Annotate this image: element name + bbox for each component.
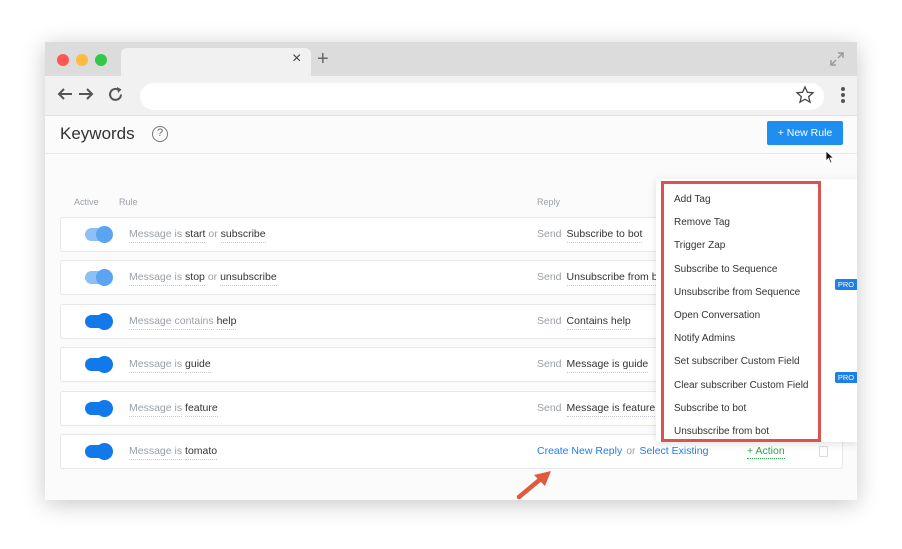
maximize-window-button[interactable] <box>95 54 107 66</box>
reply-cell[interactable]: Send Message is guide <box>537 358 649 373</box>
action-dropdown-menu: Add Tag Remove Tag Trigger Zap Subscribe… <box>661 181 821 442</box>
mouse-cursor-icon <box>825 150 835 164</box>
browser-tab[interactable] <box>121 48 311 76</box>
menu-item-trigger-zap[interactable]: Trigger Zap <box>664 234 818 257</box>
select-existing-link[interactable]: Select Existing <box>640 445 709 457</box>
browser-window: × + Keywords ? + New Rule Active Rule Re… <box>45 42 857 500</box>
address-bar[interactable] <box>140 83 824 110</box>
active-toggle[interactable] <box>85 443 113 460</box>
reply-cell[interactable]: Send Unsubscribe from b <box>537 271 658 286</box>
reply-cell[interactable]: Send Message is feature <box>537 402 656 417</box>
new-tab-icon[interactable]: + <box>317 49 329 69</box>
rule-condition[interactable]: Message is tomato <box>129 445 218 460</box>
rule-condition[interactable]: Message is feature <box>129 402 218 417</box>
menu-item-clear-custom-field[interactable]: Clear subscriber Custom Field <box>664 374 818 397</box>
bookmark-star-icon[interactable] <box>795 85 815 105</box>
browser-menu-icon[interactable] <box>840 86 846 104</box>
menu-item-add-tag[interactable]: Add Tag <box>664 188 818 211</box>
menu-item-subscribe-to-sequence[interactable]: Subscribe to Sequence <box>664 258 818 281</box>
reload-icon[interactable] <box>107 86 124 103</box>
column-header-rule: Rule <box>119 197 138 207</box>
column-header-reply: Reply <box>537 197 561 207</box>
reply-cell[interactable]: Send Subscribe to bot <box>537 228 643 243</box>
reply-cell[interactable]: Send Contains help <box>537 315 631 330</box>
active-toggle[interactable] <box>85 226 113 243</box>
active-toggle[interactable] <box>85 356 113 373</box>
new-rule-button[interactable]: + New Rule <box>767 121 843 145</box>
page-title: Keywords <box>60 124 135 143</box>
back-icon[interactable] <box>57 87 73 101</box>
rule-condition[interactable]: Message is stop or unsubscribe <box>129 271 277 286</box>
browser-toolbar <box>45 76 857 116</box>
menu-item-open-conversation[interactable]: Open Conversation <box>664 304 818 327</box>
menu-item-unsubscribe-from-bot[interactable]: Unsubscribe from bot <box>664 420 818 443</box>
column-header-active: Active <box>74 197 99 207</box>
reply-cell: Create New Reply or Select Existing <box>537 445 709 457</box>
trash-icon[interactable] <box>819 446 828 457</box>
rule-condition[interactable]: Message is guide <box>129 358 211 373</box>
menu-item-set-custom-field[interactable]: Set subscriber Custom Field <box>664 350 818 373</box>
active-toggle[interactable] <box>85 313 113 330</box>
fullscreen-icon[interactable] <box>829 51 845 67</box>
create-new-reply-link[interactable]: Create New Reply <box>537 445 622 457</box>
active-toggle[interactable] <box>85 269 113 286</box>
rule-condition[interactable]: Message is start or subscribe <box>129 228 266 243</box>
keywords-page: Keywords ? + New Rule Active Rule Reply … <box>45 116 857 500</box>
forward-icon[interactable] <box>78 87 94 101</box>
close-window-button[interactable] <box>57 54 69 66</box>
page-header: Keywords ? + New Rule <box>45 116 857 154</box>
minimize-window-button[interactable] <box>76 54 88 66</box>
help-icon[interactable]: ? <box>152 126 168 142</box>
tab-strip: × + <box>45 42 857 76</box>
active-toggle[interactable] <box>85 400 113 417</box>
menu-item-unsubscribe-from-sequence[interactable]: Unsubscribe from Sequence <box>664 281 818 304</box>
add-action-link[interactable]: + Action <box>747 445 785 459</box>
menu-item-notify-admins[interactable]: Notify Admins <box>664 327 818 350</box>
rule-condition[interactable]: Message contains help <box>129 315 237 330</box>
annotation-arrow-icon <box>516 471 551 500</box>
pro-badge: PRO <box>835 372 857 383</box>
menu-item-remove-tag[interactable]: Remove Tag <box>664 211 818 234</box>
pro-badge: PRO <box>835 279 857 290</box>
menu-item-subscribe-to-bot[interactable]: Subscribe to bot <box>664 397 818 420</box>
tab-close-icon[interactable]: × <box>292 51 301 67</box>
